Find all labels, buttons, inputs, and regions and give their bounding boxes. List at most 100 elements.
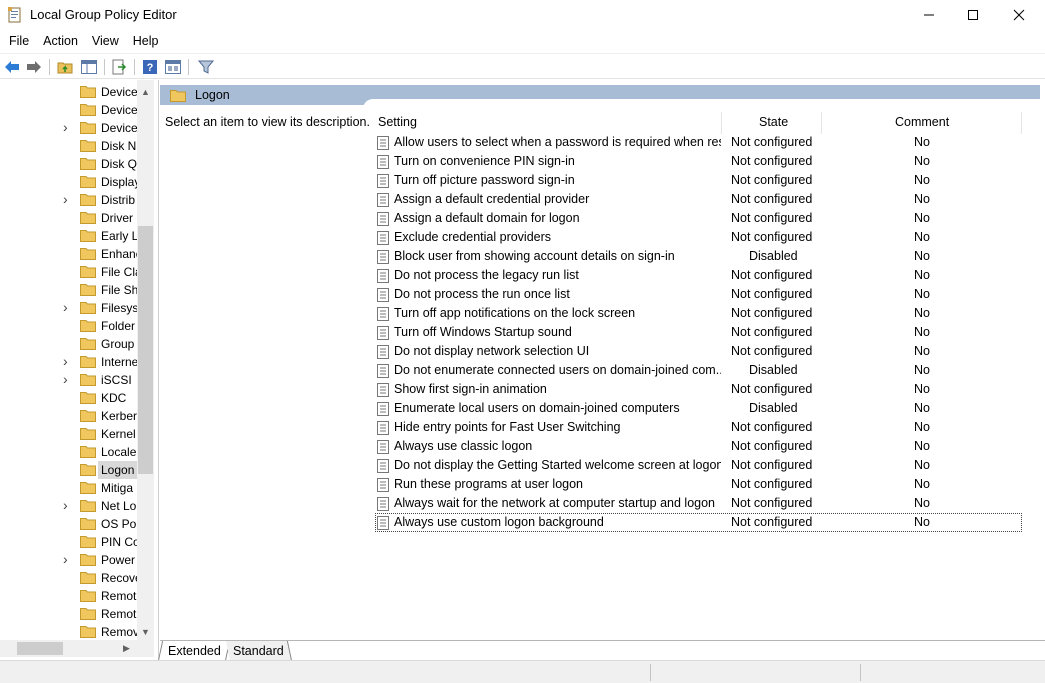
column-header-setting[interactable]: Setting xyxy=(378,112,718,134)
policy-setting-icon xyxy=(377,478,389,492)
column-header-state[interactable]: State xyxy=(722,112,822,134)
table-row[interactable]: Turn off Windows Startup sound Not config… xyxy=(375,323,1022,342)
chevron-right-icon[interactable]: › xyxy=(63,371,73,387)
tree-item-label: Early L xyxy=(101,229,137,243)
setting-name: Turn off app notifications on the lock s… xyxy=(394,306,636,320)
tree-item[interactable]: Enhanc xyxy=(0,245,137,263)
forward-button[interactable] xyxy=(25,58,43,76)
tree-item[interactable]: › iSCSI xyxy=(0,371,137,389)
tree-item[interactable]: Mitiga xyxy=(0,479,137,497)
table-row[interactable]: Do not display network selection UI Not c… xyxy=(375,342,1022,361)
table-row[interactable]: Block user from showing account details … xyxy=(375,247,1022,266)
tree-item[interactable]: Locale xyxy=(0,443,137,461)
tree-item[interactable]: Recove xyxy=(0,569,137,587)
table-row[interactable]: Turn on convenience PIN sign-in Not confi… xyxy=(375,152,1022,171)
tree-item-label: Mitiga xyxy=(101,481,134,495)
tree-item[interactable]: KDC xyxy=(0,389,137,407)
filter-button[interactable] xyxy=(197,58,215,76)
table-row[interactable]: Show first sign-in animation Not configur… xyxy=(375,380,1022,399)
tree-horizontal-scrollbar[interactable]: ▶ xyxy=(0,640,137,657)
back-button[interactable] xyxy=(3,58,21,76)
table-row[interactable]: Exclude credential providers Not configur… xyxy=(375,228,1022,247)
table-row[interactable]: Turn off picture password sign-in Not con… xyxy=(375,171,1022,190)
setting-comment: No xyxy=(914,211,930,225)
tree-item[interactable]: File Sh xyxy=(0,281,137,299)
table-row[interactable]: Always use custom logon background Not co… xyxy=(375,513,1022,532)
tree-item[interactable]: Disk Q xyxy=(0,155,137,173)
table-row[interactable]: Assign a default domain for logon Not con… xyxy=(375,209,1022,228)
close-button[interactable] xyxy=(996,0,1042,30)
setting-state: Not configured xyxy=(731,439,813,453)
tree-item[interactable]: Kernel xyxy=(0,425,137,443)
up-one-level-button[interactable] xyxy=(56,58,74,76)
tab-standard[interactable]: Standard xyxy=(225,641,293,661)
table-row[interactable]: Hide entry points for Fast User Switchin… xyxy=(375,418,1022,437)
tree-item[interactable]: Device xyxy=(0,101,137,119)
hscroll-thumb[interactable] xyxy=(17,642,63,655)
tree-item[interactable]: Remot xyxy=(0,605,137,623)
scroll-up-icon[interactable]: ▲ xyxy=(137,83,154,100)
tree-item[interactable]: Device xyxy=(0,83,137,101)
tree-item[interactable]: › Device xyxy=(0,119,137,137)
menu-action[interactable]: Action xyxy=(36,34,85,48)
tree-panel[interactable]: Remov Remot Remot Recove › Power PIN Co OS Pol ›… xyxy=(0,80,159,660)
setting-comment: No xyxy=(914,173,930,187)
properties-button[interactable] xyxy=(164,58,182,76)
tree-item[interactable]: › Interne xyxy=(0,353,137,371)
table-row[interactable]: Turn off app notifications on the lock s… xyxy=(375,304,1022,323)
menu-help[interactable]: Help xyxy=(126,34,166,48)
tree-item-label: Remot xyxy=(101,589,137,603)
tree-item[interactable]: Disk N xyxy=(0,137,137,155)
scroll-thumb[interactable] xyxy=(138,226,153,474)
tree-item[interactable]: Kerber xyxy=(0,407,137,425)
folder-icon xyxy=(80,356,96,368)
table-row[interactable]: Assign a default credential provider Not … xyxy=(375,190,1022,209)
menu-file[interactable]: File xyxy=(2,34,36,48)
folder-icon xyxy=(80,86,96,98)
maximize-button[interactable] xyxy=(950,0,996,30)
table-row[interactable]: Always use classic logon Not configured No xyxy=(375,437,1022,456)
help-button[interactable]: ? xyxy=(141,58,159,76)
chevron-right-icon[interactable]: › xyxy=(63,353,73,369)
tree-item[interactable]: Remov xyxy=(0,623,137,641)
table-row[interactable]: Do not display the Getting Started welco… xyxy=(375,456,1022,475)
table-row[interactable]: Allow users to select when a password is… xyxy=(375,133,1022,152)
table-row[interactable]: Enumerate local users on domain-joined c… xyxy=(375,399,1022,418)
table-row[interactable]: Do not enumerate connected users on doma… xyxy=(375,361,1022,380)
tab-extended[interactable]: Extended xyxy=(157,641,231,661)
tree-item[interactable]: PIN Co xyxy=(0,533,137,551)
tree-item[interactable]: › Filesys xyxy=(0,299,137,317)
tree-item[interactable]: OS Pol xyxy=(0,515,137,533)
table-row[interactable]: Do not process the run once list Not conf… xyxy=(375,285,1022,304)
chevron-right-icon[interactable]: › xyxy=(63,191,73,207)
chevron-right-icon[interactable]: › xyxy=(63,299,73,315)
tree-item[interactable]: › Distrib xyxy=(0,191,137,209)
setting-name: Always wait for the network at computer … xyxy=(394,496,715,510)
tree-item[interactable]: Folder xyxy=(0,317,137,335)
menu-view[interactable]: View xyxy=(85,34,126,48)
tree-item[interactable]: › Power xyxy=(0,551,137,569)
export-list-button[interactable] xyxy=(110,58,128,76)
tree-item[interactable]: Logon xyxy=(0,461,137,479)
folder-icon xyxy=(80,500,96,512)
table-row[interactable]: Do not process the legacy run list Not co… xyxy=(375,266,1022,285)
scroll-down-icon[interactable]: ▼ xyxy=(137,623,154,640)
chevron-right-icon[interactable]: › xyxy=(63,119,73,135)
table-row[interactable]: Run these programs at user logon Not conf… xyxy=(375,475,1022,494)
tree-item[interactable]: Early L xyxy=(0,227,137,245)
minimize-button[interactable] xyxy=(906,0,952,30)
chevron-right-icon[interactable]: › xyxy=(63,551,73,567)
tree-item[interactable]: Display xyxy=(0,173,137,191)
tree-item[interactable]: Group xyxy=(0,335,137,353)
tree-vertical-scrollbar[interactable]: ▲ ▼ xyxy=(137,80,154,640)
tree-item[interactable]: Driver xyxy=(0,209,137,227)
table-row[interactable]: Always wait for the network at computer … xyxy=(375,494,1022,513)
scroll-right-icon[interactable]: ▶ xyxy=(118,640,135,657)
tree-item[interactable]: File Cla xyxy=(0,263,137,281)
chevron-right-icon[interactable]: › xyxy=(63,497,73,513)
show-hide-tree-button[interactable] xyxy=(80,58,98,76)
tree-item[interactable]: › Net Lo xyxy=(0,497,137,515)
column-header-comment[interactable]: Comment xyxy=(822,112,1022,134)
tree-item-label: Net Lo xyxy=(101,499,137,513)
tree-item[interactable]: Remot xyxy=(0,587,137,605)
